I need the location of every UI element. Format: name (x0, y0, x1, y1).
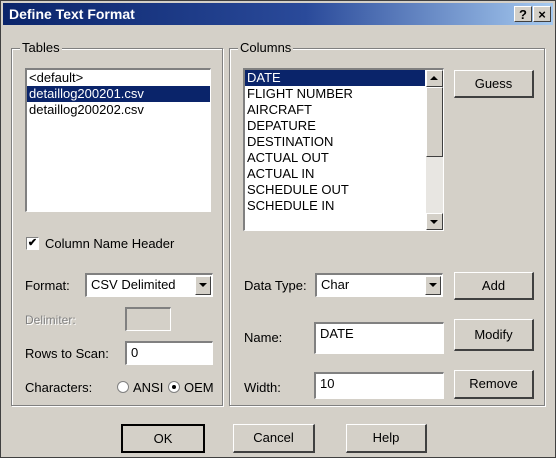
column-list-item[interactable]: FLIGHT NUMBER (245, 86, 425, 102)
close-button[interactable]: × (533, 6, 551, 22)
format-dropdown[interactable]: CSV Delimited (85, 273, 213, 297)
characters-label: Characters: (25, 380, 93, 395)
chevron-down-icon[interactable] (425, 276, 441, 295)
columns-scrollbar[interactable] (426, 70, 443, 230)
modify-button[interactable]: Modify (454, 319, 534, 351)
cancel-label: Cancel (253, 430, 294, 445)
remove-button[interactable]: Remove (454, 370, 534, 399)
width-label: Width: (244, 380, 281, 395)
help-label: Help (372, 430, 400, 445)
scroll-up-button[interactable] (426, 70, 443, 87)
delimiter-label: Delimiter: (25, 313, 76, 327)
table-list-item[interactable]: detaillog200202.csv (27, 102, 210, 118)
scroll-down-button[interactable] (426, 213, 443, 230)
chevron-down-icon[interactable] (195, 276, 211, 295)
window-title: Define Text Format (9, 6, 135, 22)
oem-label: OEM (184, 380, 214, 395)
add-label: Add (481, 278, 506, 293)
rows-to-scan-input[interactable]: 0 (125, 341, 213, 365)
ok-button[interactable]: OK (121, 424, 205, 453)
tables-list: <default> detaillog200201.csv detaillog200… (27, 70, 210, 118)
name-label: Name: (244, 330, 283, 345)
column-name-header-checkbox[interactable]: ✔ (26, 237, 39, 250)
column-list-item[interactable]: SCHEDULE OUT (245, 182, 425, 198)
column-list-item[interactable]: ACTUAL IN (245, 166, 425, 182)
column-list-item[interactable]: ACTUAL OUT (245, 150, 425, 166)
scroll-thumb[interactable] (426, 87, 443, 157)
tables-legend: Tables (20, 40, 62, 55)
title-bar: Define Text Format ? × (3, 3, 553, 25)
add-button[interactable]: Add (454, 272, 534, 300)
guess-label: Guess (474, 76, 513, 91)
rows-to-scan-label: Rows to Scan: (25, 346, 109, 361)
data-type-label: Data Type: (244, 278, 307, 293)
data-type-value: Char (321, 277, 350, 292)
column-list-item[interactable]: DEPATURE (245, 118, 425, 134)
cancel-button[interactable]: Cancel (233, 424, 315, 453)
define-text-format-dialog: Define Text Format ? × Tables <default> d… (0, 0, 556, 458)
close-icon: × (538, 7, 546, 22)
table-list-item[interactable]: <default> (27, 70, 210, 86)
help-button[interactable]: Help (346, 424, 427, 453)
modify-label: Modify (474, 327, 513, 342)
arrow-down-icon (430, 220, 438, 224)
rows-to-scan-value: 0 (131, 345, 139, 360)
data-type-dropdown[interactable]: Char (315, 273, 443, 297)
format-value: CSV Delimited (91, 277, 176, 292)
column-list-item[interactable]: DATE (245, 70, 425, 86)
guess-button[interactable]: Guess (454, 70, 534, 98)
width-value: 10 (320, 376, 335, 391)
ansi-label: ANSI (133, 380, 164, 395)
name-input[interactable]: DATE (314, 322, 444, 354)
format-label: Format: (25, 278, 70, 293)
tables-listbox[interactable]: <default> detaillog200201.csv detaillog200… (25, 68, 211, 212)
name-value: DATE (320, 326, 354, 341)
help-question-button[interactable]: ? (514, 6, 532, 22)
column-list-item[interactable]: SCHEDULE IN (245, 198, 425, 214)
columns-list: DATE FLIGHT NUMBER AIRCRAFT DEPATURE DESTINA… (245, 70, 425, 214)
oem-radio[interactable] (168, 381, 180, 393)
question-icon: ? (519, 7, 527, 22)
column-list-item[interactable]: AIRCRAFT (245, 102, 425, 118)
width-input[interactable]: 10 (314, 372, 444, 399)
delimiter-field (125, 307, 171, 331)
columns-legend: Columns (238, 40, 294, 55)
remove-label: Remove (469, 376, 518, 391)
arrow-up-icon (430, 76, 438, 80)
column-name-header-label: Column Name Header (45, 236, 175, 251)
ok-label: OK (153, 431, 173, 446)
column-list-item[interactable]: DESTINATION (245, 134, 425, 150)
ansi-radio[interactable] (117, 381, 129, 393)
columns-listbox[interactable]: DATE FLIGHT NUMBER AIRCRAFT DEPATURE DESTINA… (243, 68, 444, 231)
table-list-item[interactable]: detaillog200201.csv (27, 86, 210, 102)
